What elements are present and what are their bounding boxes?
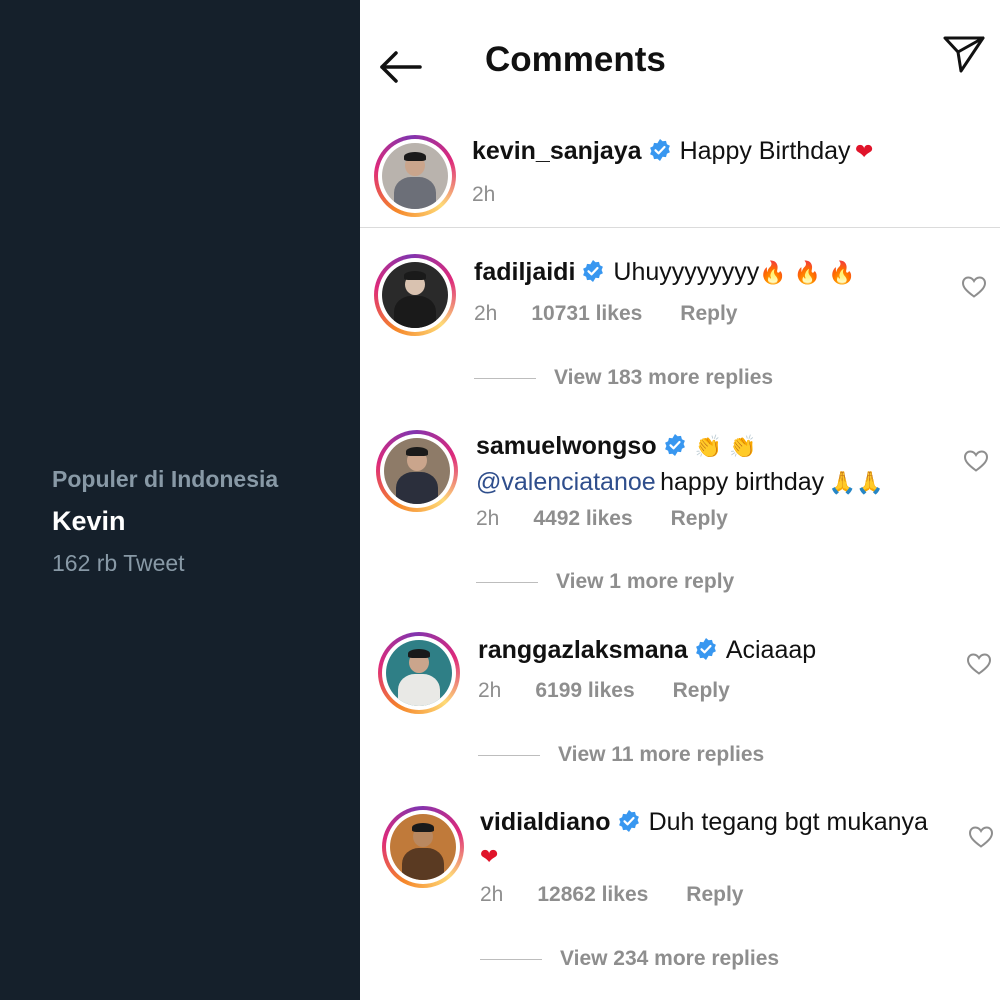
comment-line: vidialdiano Duh tegang bgt mukanya ❤ [480,806,928,876]
comment-meta: 2h 4492 likes Reply [476,507,728,531]
timestamp: 2h [476,507,500,530]
verified-badge-icon [649,139,670,161]
comment-meta: 2h 10731 likes Reply [474,302,737,326]
divider-line [476,581,538,583]
avatar[interactable] [374,254,456,336]
avatar[interactable] [376,430,458,512]
like-count[interactable]: 12862 likes [537,883,648,907]
comment-meta: 2h 6199 likes Reply [478,679,730,703]
fire-emoji: 🔥 🔥 🔥 [759,261,856,286]
heart-outline-icon[interactable] [961,275,987,299]
comment-text: Aciaaap [725,636,817,664]
caption-line: kevin_sanjaya Happy Birthday ❤ [472,135,873,171]
trend-name[interactable]: Kevin [52,506,126,537]
view-replies-label: View 183 more replies [554,366,774,389]
divider-line [478,754,540,756]
comment-meta: 2h 12862 likes Reply [480,883,743,907]
caption-meta: 2h [472,183,529,207]
view-replies-link[interactable]: View 234 more replies [480,947,779,971]
username[interactable]: kevin_sanjaya [472,137,642,165]
reply-button[interactable]: Reply [671,507,728,531]
view-replies-label: View 234 more replies [560,947,780,970]
post-caption: kevin_sanjaya Happy Birthday ❤ 2h [360,125,1000,228]
avatar[interactable] [374,135,456,217]
like-count[interactable]: 4492 likes [533,507,632,531]
timestamp: 2h [474,302,498,325]
view-replies-link[interactable]: View 11 more replies [478,743,764,767]
heart-outline-icon[interactable] [966,652,992,676]
heart-emoji: ❤ [854,140,874,165]
arrow-left-icon[interactable] [378,44,424,90]
like-count[interactable]: 6199 likes [535,679,634,703]
timestamp: 2h [478,679,502,702]
praying-hands-emoji: 🙏🙏 [828,471,884,496]
heart-outline-icon[interactable] [963,449,989,473]
paper-plane-icon[interactable] [942,34,986,74]
comment-text: Uhuyyyyyyyy [613,258,760,286]
trend-tweet-count: 162 rb Tweet [52,550,185,576]
comment-text: Duh tegang bgt mukanya [648,808,928,836]
page-title: Comments [485,40,666,79]
instagram-comments-panel: Comments kevin_sanjaya Happy Birthday ❤ 2… [360,0,1000,1000]
comment-line: ranggazlaksmana Aciaaap [478,634,816,670]
verified-badge-icon [664,434,685,456]
view-replies-label: View 1 more reply [556,570,735,593]
view-replies-link[interactable]: View 1 more reply [476,570,734,594]
comment-text: happy birthday [660,468,825,496]
trend-context: Populer di Indonesia [52,466,279,492]
reply-button[interactable]: Reply [680,302,737,326]
divider-line [480,958,542,960]
mention-link[interactable]: @valenciatanoe [476,468,656,496]
username[interactable]: fadiljaidi [474,258,575,286]
comment-line: samuelwongso 👏 👏 @valenciatanoe happy bir… [476,430,883,502]
avatar[interactable] [382,806,464,888]
twitter-trend-panel[interactable]: Populer di Indonesia Kevin 162 rb Tweet [0,0,360,1000]
username[interactable]: vidialdiano [480,808,611,836]
timestamp: 2h [472,183,496,206]
timestamp: 2h [480,883,504,906]
avatar[interactable] [378,632,460,714]
username[interactable]: ranggazlaksmana [478,636,688,664]
like-count[interactable]: 10731 likes [531,302,642,326]
heart-emoji: ❤ [480,845,499,870]
verified-badge-icon [618,810,639,832]
verified-badge-icon [583,260,604,282]
view-replies-link[interactable]: View 183 more replies [474,366,773,390]
reply-button[interactable]: Reply [686,883,743,907]
divider-line [474,377,536,379]
clap-emoji: 👏 👏 [694,435,757,460]
comment-line: fadiljaidi Uhuyyyyyyyy🔥 🔥 🔥 [474,256,855,292]
view-replies-label: View 11 more replies [558,743,765,766]
username[interactable]: samuelwongso [476,432,657,460]
reply-button[interactable]: Reply [673,679,730,703]
heart-outline-icon[interactable] [968,825,994,849]
verified-badge-icon [695,638,716,660]
caption-text: Happy Birthday [679,137,851,165]
